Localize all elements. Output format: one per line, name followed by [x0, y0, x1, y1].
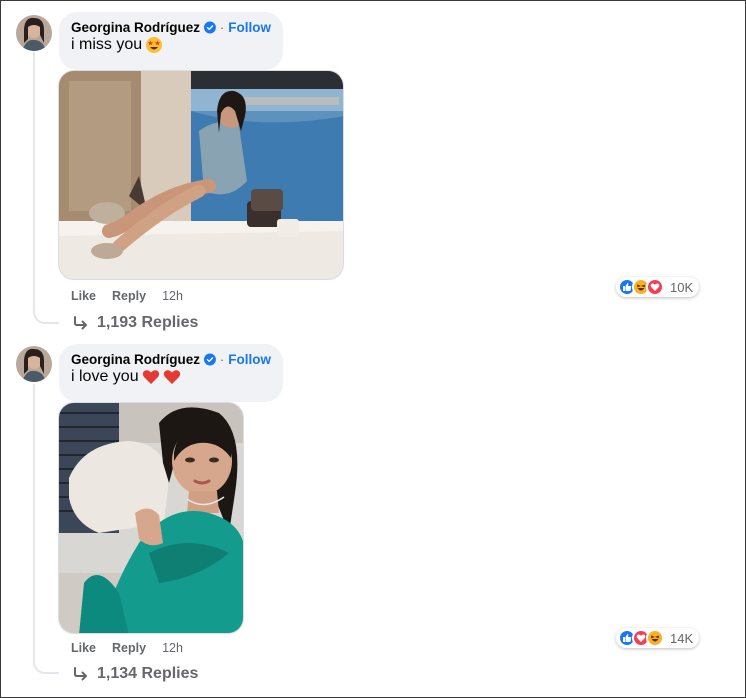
author-name[interactable]: Georgina Rodríguez — [71, 352, 200, 367]
reply-arrow-icon — [74, 667, 87, 681]
follow-button[interactable]: Follow — [228, 352, 271, 367]
avatar[interactable] — [16, 346, 52, 382]
replies-count: 1,193 Replies — [97, 314, 199, 331]
comment-photo[interactable] — [58, 70, 344, 280]
reply-button[interactable]: Reply — [112, 289, 146, 303]
follow-button[interactable]: Follow — [228, 20, 271, 35]
comment-text: i love you — [71, 368, 139, 385]
separator: · — [219, 352, 225, 367]
star-struck-emoji-icon — [146, 37, 163, 53]
view-replies-button[interactable]: 1,193 Replies — [73, 314, 198, 332]
thread-line — [33, 384, 35, 662]
love-reaction-icon — [646, 278, 664, 296]
replies-count: 1,134 Replies — [97, 665, 199, 682]
haha-reaction-icon — [646, 629, 664, 647]
comment-bubble: Georgina Rodríguez · Follow i love you — [59, 344, 283, 402]
author-name[interactable]: Georgina Rodríguez — [71, 20, 200, 35]
comment-actions: Like Reply 12h — [71, 289, 183, 303]
reply-arrow-icon — [74, 316, 87, 330]
timestamp[interactable]: 12h — [162, 641, 183, 655]
reply-button[interactable]: Reply — [112, 641, 146, 655]
red-heart-emoji-icon — [142, 370, 159, 384]
comment-photo[interactable] — [58, 402, 244, 634]
verified-badge-icon — [204, 21, 216, 34]
comment-text: i miss you — [71, 36, 143, 53]
reaction-count: 14K — [670, 630, 694, 646]
like-button[interactable]: Like — [71, 289, 96, 303]
comment-actions: Like Reply 12h — [71, 641, 183, 655]
reaction-summary[interactable]: 14K — [616, 628, 700, 648]
separator: · — [219, 20, 225, 35]
thread-line — [33, 52, 35, 310]
red-heart-emoji-icon — [163, 370, 180, 384]
timestamp[interactable]: 12h — [162, 289, 183, 303]
avatar[interactable] — [16, 15, 52, 51]
comment-bubble: Georgina Rodríguez · Follow i miss you — [59, 12, 283, 70]
reaction-count: 10K — [670, 279, 694, 295]
verified-badge-icon — [204, 353, 216, 366]
reaction-summary[interactable]: 10K — [616, 277, 700, 297]
like-button[interactable]: Like — [71, 641, 96, 655]
view-replies-button[interactable]: 1,134 Replies — [73, 665, 198, 683]
